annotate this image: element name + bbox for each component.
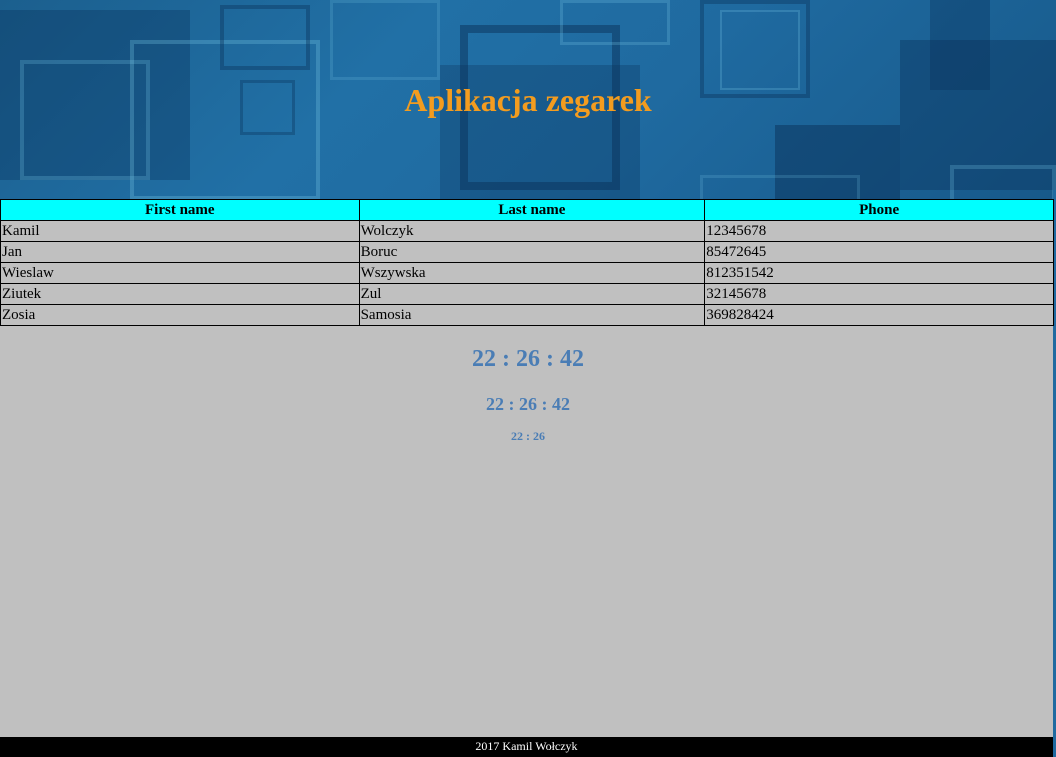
cell-first-name: Zosia [0, 304, 360, 326]
cell-first-name: Wieslaw [0, 262, 360, 284]
banner-decoration [700, 175, 860, 199]
column-header-phone: Phone [704, 199, 1054, 221]
cell-last-name: Samosia [358, 304, 706, 326]
page: Aplikacja zegarek First name Last name P… [0, 0, 1056, 757]
cell-last-name: Boruc [358, 241, 706, 263]
column-header-last-name: Last name [358, 199, 706, 221]
page-title: Aplikacja zegarek [404, 82, 652, 118]
cell-phone: 812351542 [704, 262, 1054, 284]
banner-decoration [930, 0, 990, 90]
cell-phone: 369828424 [704, 304, 1054, 326]
table-row: Zosia Samosia 369828424 [0, 304, 1054, 326]
table-row: Ziutek Zul 32145678 [0, 283, 1054, 305]
cell-last-name: Zul [358, 283, 706, 305]
contacts-table: First name Last name Phone Kamil Wolczyk… [0, 199, 1054, 326]
table-row: Jan Boruc 85472645 [0, 241, 1054, 263]
table-row: Kamil Wolczyk 12345678 [0, 220, 1054, 242]
header-banner: Aplikacja zegarek [0, 0, 1056, 199]
table-row: Wieslaw Wszywska 812351542 [0, 262, 1054, 284]
clock-medium: 22 : 26 : 42 [486, 394, 570, 414]
cell-first-name: Kamil [0, 220, 360, 242]
footer-text: 2017 Kamil Wołczyk [475, 739, 578, 753]
column-header-first-name: First name [0, 199, 360, 221]
cell-phone: 85472645 [704, 241, 1054, 263]
cell-last-name: Wolczyk [358, 220, 706, 242]
banner-decoration [560, 0, 670, 45]
banner-decoration [330, 0, 440, 80]
cell-first-name: Jan [0, 241, 360, 263]
cell-last-name: Wszywska [358, 262, 706, 284]
cell-first-name: Ziutek [0, 283, 360, 305]
banner-decoration [720, 10, 800, 90]
footer: 2017 Kamil Wołczyk [0, 737, 1053, 757]
banner-decoration [220, 5, 310, 70]
cell-phone: 12345678 [704, 220, 1054, 242]
clock-large: 22 : 26 : 42 [472, 346, 584, 372]
table-header-row: First name Last name Phone [0, 199, 1054, 221]
clock-small: 22 : 26 [511, 429, 545, 443]
banner-decoration [950, 165, 1056, 199]
cell-phone: 32145678 [704, 283, 1054, 305]
